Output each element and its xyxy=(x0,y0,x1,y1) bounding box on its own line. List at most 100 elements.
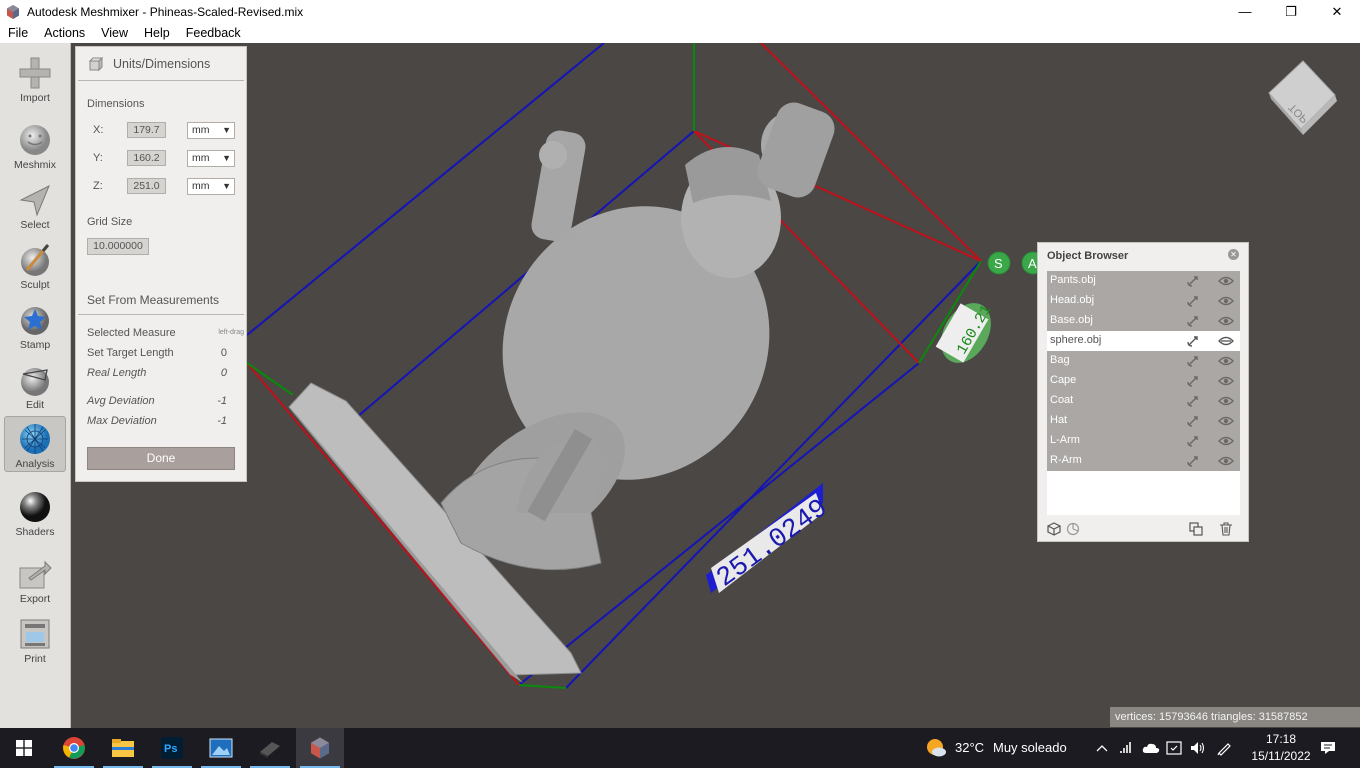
done-button[interactable]: Done xyxy=(87,447,235,470)
trash-icon[interactable] xyxy=(1219,522,1233,536)
taskbar-photos[interactable] xyxy=(197,728,245,768)
weather-description[interactable]: Muy soleado xyxy=(993,740,1067,755)
unit-x-select[interactable]: mm ▼ xyxy=(187,122,235,139)
axis-label: Y: xyxy=(93,152,103,164)
tool-analysis[interactable]: Analysis xyxy=(4,416,66,472)
visibility-eye-icon[interactable] xyxy=(1218,415,1234,427)
edit-object-icon[interactable] xyxy=(1186,354,1200,368)
object-row[interactable]: R-Arm xyxy=(1047,451,1240,471)
menu-actions[interactable]: Actions xyxy=(36,26,93,40)
menu-view[interactable]: View xyxy=(93,26,136,40)
tool-meshmix[interactable]: Meshmix xyxy=(4,118,66,174)
import-icon xyxy=(19,57,51,89)
object-row[interactable]: L-Arm xyxy=(1047,431,1240,451)
minimize-button[interactable]: — xyxy=(1222,0,1268,23)
cube-icon[interactable] xyxy=(1047,522,1061,536)
tool-export[interactable]: Export xyxy=(4,552,66,608)
taskbar-meshmixer[interactable] xyxy=(296,728,344,768)
object-row[interactable]: Cape xyxy=(1047,371,1240,391)
object-name: Cape xyxy=(1050,374,1077,386)
weather-temperature[interactable]: 32°C xyxy=(955,740,984,755)
measure-value[interactable]: 0 xyxy=(221,347,227,359)
weather-sun-icon[interactable] xyxy=(925,737,947,759)
duplicate-icon[interactable] xyxy=(1189,522,1203,536)
sculpt-icon xyxy=(21,244,50,276)
security-icon[interactable] xyxy=(1164,738,1184,758)
visibility-eye-icon[interactable] xyxy=(1218,395,1234,407)
axis-label: X: xyxy=(93,124,104,136)
object-row[interactable]: Pants.obj xyxy=(1047,271,1240,291)
menu-help[interactable]: Help xyxy=(136,26,178,40)
object-row-selected[interactable]: sphere.obj xyxy=(1047,331,1240,351)
grid-size-input[interactable]: 10.000000 xyxy=(87,238,149,255)
unit-y-select[interactable]: mm ▼ xyxy=(187,150,235,167)
dimension-x-input[interactable]: 179.7 xyxy=(127,122,166,138)
dimension-y-input[interactable]: 160.2 xyxy=(127,150,166,166)
notifications-icon[interactable] xyxy=(1317,738,1339,758)
visibility-eye-icon[interactable] xyxy=(1218,295,1234,307)
tray-overflow-chevron-icon[interactable] xyxy=(1092,738,1112,758)
taskbar-photoshop[interactable]: Ps xyxy=(148,728,196,768)
maximize-button[interactable]: ❐ xyxy=(1268,0,1314,23)
object-row[interactable]: Hat xyxy=(1047,411,1240,431)
object-name: Head.obj xyxy=(1050,294,1095,306)
close-button[interactable]: ✕ xyxy=(1314,0,1360,23)
edit-object-icon[interactable] xyxy=(1186,334,1200,348)
object-row[interactable]: Base.obj xyxy=(1047,311,1240,331)
start-button[interactable] xyxy=(0,728,48,768)
tool-import[interactable]: Import xyxy=(4,51,66,107)
menu-feedback[interactable]: Feedback xyxy=(178,26,249,40)
bbox-edge-green xyxy=(518,684,567,689)
edit-object-icon[interactable] xyxy=(1186,434,1200,448)
menu-file[interactable]: File xyxy=(0,26,36,40)
tool-shaders[interactable]: Shaders xyxy=(4,485,66,541)
tool-sculpt[interactable]: Sculpt xyxy=(4,238,66,294)
close-icon[interactable]: ✕ xyxy=(1228,249,1239,260)
visibility-eye-icon[interactable] xyxy=(1218,355,1234,367)
object-row[interactable]: Coat xyxy=(1047,391,1240,411)
network-icon[interactable] xyxy=(1117,738,1137,758)
set-target-length-row[interactable]: Set Target Length 0 xyxy=(76,347,246,361)
axis-label: Z: xyxy=(93,180,103,192)
clock-time[interactable]: 17:18 xyxy=(1251,732,1311,746)
cube-icon xyxy=(88,56,103,71)
unit-z-select[interactable]: mm ▼ xyxy=(187,178,235,195)
photoshop-icon: Ps xyxy=(161,737,183,759)
taskbar-chrome[interactable] xyxy=(50,728,98,768)
dimension-z-input[interactable]: 251.0 xyxy=(127,178,166,194)
tool-label: Export xyxy=(19,593,51,605)
object-row[interactable]: Bag xyxy=(1047,351,1240,371)
visibility-eye-icon[interactable] xyxy=(1218,435,1234,447)
tool-print[interactable]: Print xyxy=(4,612,66,668)
visibility-eye-icon[interactable] xyxy=(1218,455,1234,467)
taskbar-app-dark[interactable] xyxy=(246,728,294,768)
visibility-eye-icon[interactable] xyxy=(1218,275,1234,287)
model-figure[interactable] xyxy=(432,97,840,582)
edit-object-icon[interactable] xyxy=(1186,374,1200,388)
taskbar-file-explorer[interactable] xyxy=(99,728,147,768)
tool-edit[interactable]: Edit xyxy=(4,358,66,414)
object-row[interactable]: Head.obj xyxy=(1047,291,1240,311)
pie-icon[interactable] xyxy=(1066,522,1080,536)
clock-date[interactable]: 15/11/2022 xyxy=(1246,749,1316,763)
units-dimensions-panel: Units/Dimensions Dimensions X: 179.7 mm ▼… xyxy=(75,46,247,482)
visibility-eye-icon[interactable] xyxy=(1218,315,1234,327)
real-length-row: Real Length 0 xyxy=(76,367,246,381)
edit-object-icon[interactable] xyxy=(1186,314,1200,328)
tool-stamp[interactable]: Stamp xyxy=(4,298,66,354)
edit-object-icon[interactable] xyxy=(1186,294,1200,308)
edit-object-icon[interactable] xyxy=(1186,394,1200,408)
visibility-eye-icon[interactable] xyxy=(1218,375,1234,387)
edit-object-icon[interactable] xyxy=(1186,274,1200,288)
edit-object-icon[interactable] xyxy=(1186,414,1200,428)
selected-measure-row[interactable]: Selected Measure left-drag xyxy=(76,327,246,341)
dark-app-icon xyxy=(260,742,280,758)
tool-select[interactable]: Select xyxy=(4,178,66,234)
visibility-eye-icon[interactable] xyxy=(1218,335,1234,347)
set-from-measurements-title: Set From Measurements xyxy=(87,293,220,307)
edit-object-icon[interactable] xyxy=(1186,454,1200,468)
volume-icon[interactable] xyxy=(1188,738,1208,758)
grid-size-label: Grid Size xyxy=(87,216,133,228)
pen-ink-icon[interactable] xyxy=(1214,738,1234,758)
onedrive-cloud-icon[interactable] xyxy=(1141,738,1161,758)
